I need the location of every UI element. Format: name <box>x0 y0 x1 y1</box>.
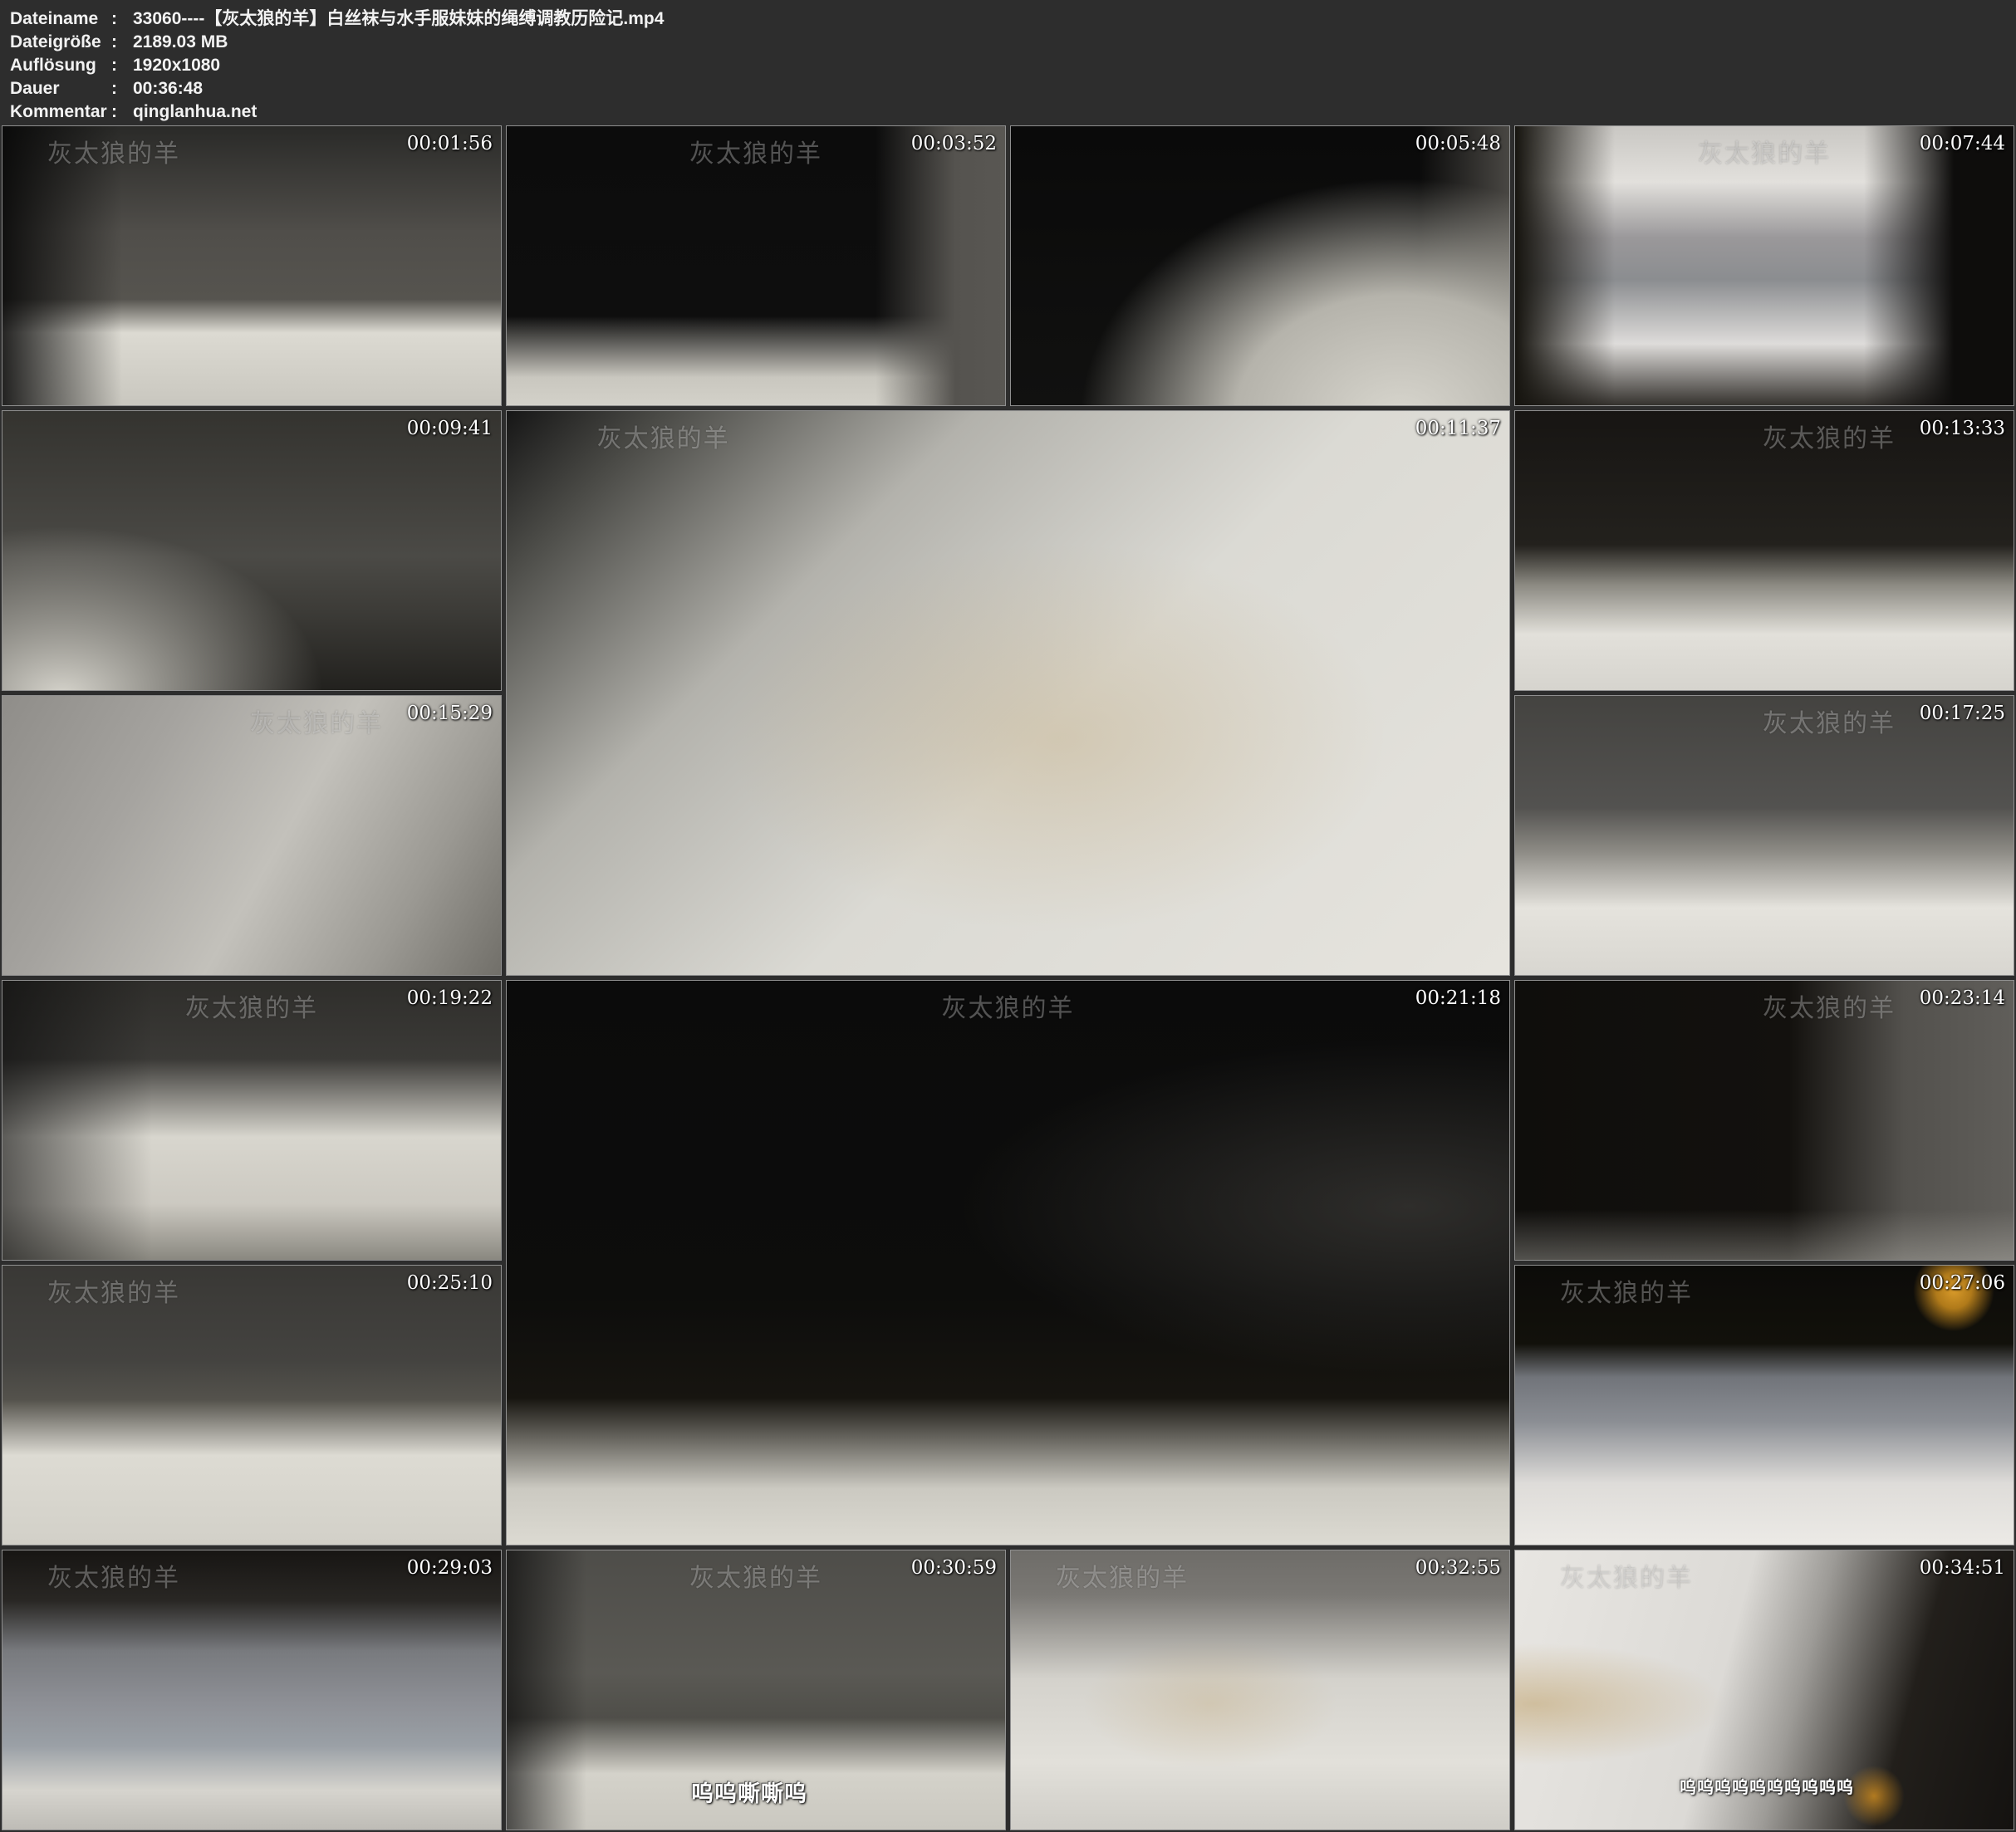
resolution-value: 1920x1080 <box>133 54 2016 77</box>
video-thumbnail: 灰太狼的羊 00:23:14 <box>1514 980 2014 1261</box>
thumbnail-grid: 灰太狼的羊 00:01:56 灰太狼的羊 00:03:52 00:05:48 灰… <box>0 125 2016 1832</box>
filename-value: 33060----【灰太狼的羊】白丝袜与水手服妹妹的绳缚调教历险记.mp4 <box>133 7 2016 31</box>
timestamp-overlay: 00:30:59 <box>911 1557 997 1579</box>
timestamp-overlay: 00:19:22 <box>407 987 493 1009</box>
duration-value: 00:36:48 <box>133 77 2016 100</box>
video-thumbnail: 灰太狼的羊 00:19:22 <box>2 980 502 1261</box>
meta-row-filesize: Dateigröße : 2189.03 MB <box>10 31 2016 54</box>
watermark-text: 灰太狼的羊 <box>1763 418 1896 454</box>
subtitle-caption: 呜呜呜呜呜呜呜呜呜呜 <box>1680 1774 1854 1798</box>
video-thumbnail: 灰太狼的羊 00:03:52 <box>506 125 1006 406</box>
video-thumbnail: 灰太狼的羊 00:17:25 <box>1514 695 2014 976</box>
video-thumbnail: 00:09:41 <box>2 410 502 691</box>
watermark-text: 灰太狼的羊 <box>250 703 383 739</box>
timestamp-overlay: 00:07:44 <box>1920 133 2005 154</box>
meta-row-duration: Dauer : 00:36:48 <box>10 77 2016 100</box>
video-thumbnail: 灰太狼的羊 00:32:55 <box>1010 1550 1510 1830</box>
video-thumbnail: 灰太狼的羊 00:07:44 <box>1514 125 2014 406</box>
timestamp-overlay: 00:32:55 <box>1415 1557 1501 1579</box>
video-thumbnail: 00:05:48 <box>1010 125 1510 406</box>
video-thumbnail: 灰太狼的羊 00:25:10 <box>2 1265 502 1545</box>
meta-row-filename: Dateiname : 33060----【灰太狼的羊】白丝袜与水手服妹妹的绳缚… <box>10 7 2016 31</box>
video-thumbnail: 灰太狼的羊 00:01:56 <box>2 125 502 406</box>
timestamp-overlay: 00:01:56 <box>407 133 493 154</box>
meta-label: Dauer <box>10 77 111 100</box>
timestamp-overlay: 00:23:14 <box>1920 987 2005 1009</box>
metadata-header: Dateiname : 33060----【灰太狼的羊】白丝袜与水手服妹妹的绳缚… <box>0 0 2016 125</box>
watermark-text: 灰太狼的羊 <box>185 987 318 1024</box>
video-thumbnail-large: 灰太狼的羊 00:21:18 <box>506 980 1510 1545</box>
watermark-text: 灰太狼的羊 <box>1560 1557 1693 1594</box>
meta-colon: : <box>111 77 133 100</box>
meta-label: Auflösung <box>10 54 111 77</box>
watermark-text: 灰太狼的羊 <box>1763 703 1896 739</box>
watermark-text: 灰太狼的羊 <box>1763 987 1896 1024</box>
video-thumbnail: 灰太狼的羊 00:29:03 <box>2 1550 502 1830</box>
subtitle-caption: 呜呜嘶嘶呜 <box>691 1776 807 1808</box>
video-thumbnail-large: 灰太狼的羊 00:11:37 <box>506 410 1510 976</box>
timestamp-overlay: 00:11:37 <box>1415 418 1501 439</box>
timestamp-overlay: 00:13:33 <box>1920 418 2005 439</box>
filesize-value: 2189.03 MB <box>133 31 2016 54</box>
watermark-text: 灰太狼的羊 <box>47 133 180 169</box>
watermark-text: 灰太狼的羊 <box>1560 1272 1693 1309</box>
watermark-text: 灰太狼的羊 <box>942 987 1075 1024</box>
watermark-text: 灰太狼的羊 <box>597 418 730 454</box>
timestamp-overlay: 00:15:29 <box>407 703 493 724</box>
timestamp-overlay: 00:34:51 <box>1920 1557 2005 1579</box>
meta-label: Dateigröße <box>10 31 111 54</box>
timestamp-overlay: 00:17:25 <box>1920 703 2005 724</box>
meta-colon: : <box>111 54 133 77</box>
timestamp-overlay: 00:25:10 <box>407 1272 493 1294</box>
video-thumbnail: 灰太狼的羊 00:30:59 呜呜嘶嘶呜 <box>506 1550 1006 1830</box>
watermark-text: 灰太狼的羊 <box>1698 133 1831 169</box>
meta-label: Dateiname <box>10 7 111 31</box>
video-thumbnail: 灰太狼的羊 00:34:51 呜呜呜呜呜呜呜呜呜呜 <box>1514 1550 2014 1830</box>
meta-colon: : <box>111 31 133 54</box>
timestamp-overlay: 00:05:48 <box>1415 133 1501 154</box>
watermark-text: 灰太狼的羊 <box>689 1557 822 1594</box>
comment-value: qinglanhua.net <box>133 100 2016 124</box>
watermark-text: 灰太狼的羊 <box>689 133 822 169</box>
timestamp-overlay: 00:29:03 <box>407 1557 493 1579</box>
timestamp-overlay: 00:27:06 <box>1920 1272 2005 1294</box>
timestamp-overlay: 00:21:18 <box>1415 987 1501 1009</box>
watermark-text: 灰太狼的羊 <box>47 1272 180 1309</box>
video-thumbnail: 灰太狼的羊 00:15:29 <box>2 695 502 976</box>
watermark-text: 灰太狼的羊 <box>47 1557 180 1594</box>
video-thumbnail: 灰太狼的羊 00:13:33 <box>1514 410 2014 691</box>
meta-label: Kommentar <box>10 100 111 124</box>
meta-colon: : <box>111 100 133 124</box>
meta-colon: : <box>111 7 133 31</box>
timestamp-overlay: 00:09:41 <box>407 418 493 439</box>
video-thumbnail: 灰太狼的羊 00:27:06 <box>1514 1265 2014 1545</box>
meta-row-resolution: Auflösung : 1920x1080 <box>10 54 2016 77</box>
watermark-text: 灰太狼的羊 <box>1056 1557 1189 1594</box>
timestamp-overlay: 00:03:52 <box>911 133 997 154</box>
meta-row-comment: Kommentar : qinglanhua.net <box>10 100 2016 124</box>
